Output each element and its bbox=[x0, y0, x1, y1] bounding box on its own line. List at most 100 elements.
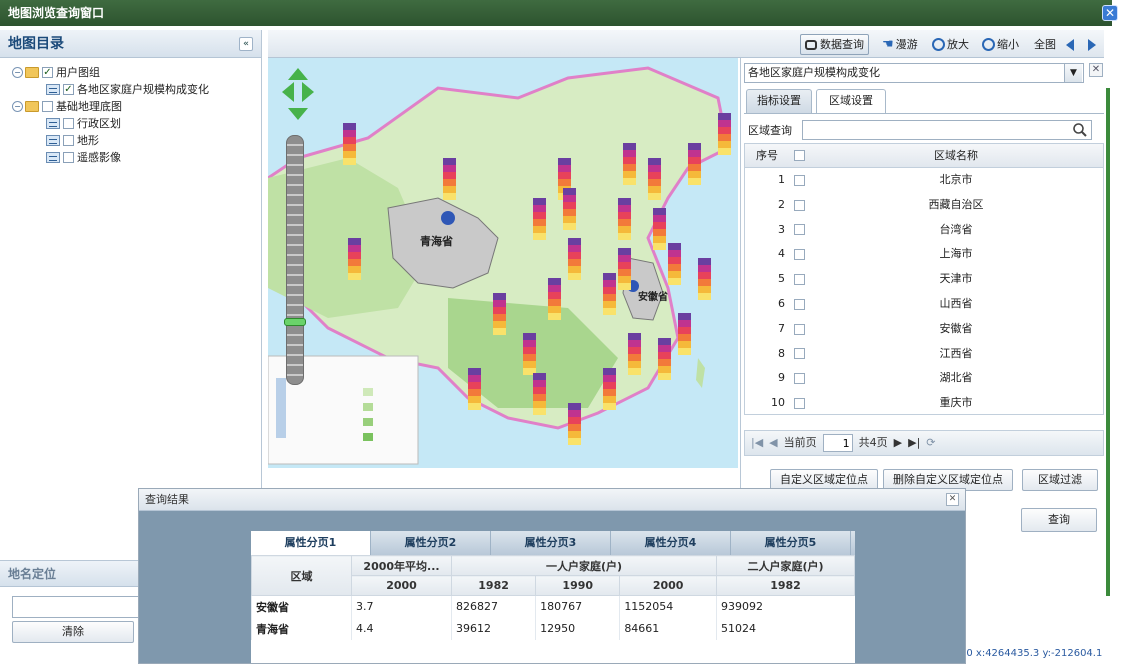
row-checkbox[interactable] bbox=[789, 317, 809, 342]
tab-attr-page-4[interactable]: 属性分页4 bbox=[611, 531, 731, 555]
tree-node-household-layer[interactable]: ✓ 各地区家庭户规模构成变化 bbox=[12, 81, 261, 98]
row-checkbox[interactable] bbox=[789, 168, 809, 193]
table-row[interactable]: 2 西藏自治区 bbox=[745, 193, 1103, 218]
map-canvas[interactable]: 青海省 安徽省 bbox=[268, 58, 738, 468]
bar-column bbox=[668, 243, 681, 285]
tab-attr-page-1[interactable]: 属性分页1 bbox=[251, 531, 371, 555]
last-page-icon[interactable]: ▶| bbox=[908, 431, 920, 455]
tab-attr-page-5[interactable]: 属性分页5 bbox=[731, 531, 851, 555]
first-page-icon[interactable]: |◀ bbox=[751, 431, 763, 455]
table-row[interactable]: 10 重庆市 bbox=[745, 391, 1103, 416]
table-row[interactable]: 7 安徽省 bbox=[745, 317, 1103, 342]
bar-segment bbox=[468, 375, 481, 382]
query-button[interactable]: 查询 bbox=[1021, 508, 1097, 532]
tree-node-terrain[interactable]: 地形 bbox=[12, 132, 261, 149]
tree-node-user-group[interactable]: − ✓ 用户图组 bbox=[12, 64, 261, 81]
bar-column bbox=[623, 143, 636, 185]
layer-checkbox[interactable]: ✓ bbox=[63, 84, 74, 95]
table-row[interactable]: 青海省 4.4 39612 12950 84661 51024 bbox=[251, 617, 855, 640]
row-checkbox[interactable] bbox=[789, 292, 809, 317]
zoom-in-label: 放大 bbox=[947, 38, 969, 51]
place-name-input[interactable] bbox=[12, 596, 142, 618]
window-titlebar: 地图浏览查询窗口 bbox=[0, 0, 1112, 26]
table-row[interactable]: 4 上海市 bbox=[745, 242, 1103, 267]
row-checkbox[interactable] bbox=[789, 366, 809, 391]
region-search-input[interactable] bbox=[802, 120, 1092, 140]
zoom-in-button[interactable]: 放大 bbox=[932, 34, 969, 55]
row-checkbox[interactable] bbox=[789, 242, 809, 267]
bar-segment bbox=[668, 278, 681, 285]
table-row[interactable]: 6 山西省 bbox=[745, 292, 1103, 317]
pan-button[interactable]: ☚ 漫游 bbox=[882, 34, 918, 55]
bar-segment bbox=[623, 150, 636, 157]
select-all-checkbox[interactable] bbox=[789, 144, 809, 167]
tree-node-base-map[interactable]: − 基础地理底图 bbox=[12, 98, 261, 115]
forward-arrow-button[interactable] bbox=[1088, 34, 1096, 55]
cell-no: 3 bbox=[778, 222, 785, 236]
back-arrow-button[interactable] bbox=[1066, 34, 1074, 55]
clear-button[interactable]: 清除 bbox=[12, 621, 134, 643]
layer-checkbox[interactable] bbox=[63, 118, 74, 129]
table-row[interactable]: 安徽省 3.7 826827 180767 1152054 939092 bbox=[251, 595, 855, 618]
bar-segment bbox=[523, 333, 536, 340]
table-cell: 3.7 bbox=[351, 595, 452, 618]
layer-checkbox[interactable] bbox=[42, 101, 53, 112]
chevron-down-icon[interactable]: ▼ bbox=[1064, 64, 1082, 82]
tree-node-admin[interactable]: 行政区划 bbox=[12, 115, 261, 132]
bar-segment bbox=[648, 193, 661, 200]
row-checkbox[interactable] bbox=[789, 391, 809, 416]
location-pin-icon[interactable] bbox=[441, 211, 455, 225]
row-checkbox[interactable] bbox=[789, 342, 809, 367]
layer-select[interactable]: 各地区家庭户规模构成变化 bbox=[744, 63, 1084, 83]
table-cell: 826827 bbox=[450, 595, 536, 618]
page-number-input[interactable] bbox=[822, 434, 853, 452]
layer-checkbox[interactable] bbox=[63, 135, 74, 146]
search-icon[interactable] bbox=[1072, 122, 1088, 138]
results-close-icon[interactable]: ✕ bbox=[946, 493, 959, 506]
next-page-icon[interactable]: ▶ bbox=[894, 431, 902, 455]
tab-attr-page-3[interactable]: 属性分页3 bbox=[491, 531, 611, 555]
row-checkbox[interactable] bbox=[789, 193, 809, 218]
pan-arrows-icon[interactable] bbox=[280, 66, 316, 122]
data-query-button[interactable]: 数据查询 bbox=[800, 34, 869, 55]
bar-segment bbox=[623, 164, 636, 171]
bar-column bbox=[653, 208, 666, 250]
window-close-icon[interactable]: ✕ bbox=[1102, 5, 1118, 21]
panel-close-icon[interactable]: ✕ bbox=[1089, 63, 1103, 77]
results-table: 区域 2000年平均... 一人户家庭(户) 二人户家庭(户) 2000 198… bbox=[251, 555, 855, 640]
collapse-left-icon[interactable]: « bbox=[239, 37, 253, 51]
bar-column bbox=[618, 248, 631, 290]
place-title: 地名定位 bbox=[8, 567, 57, 581]
row-checkbox[interactable] bbox=[789, 218, 809, 243]
zoom-out-label: 缩小 bbox=[997, 38, 1019, 51]
table-row[interactable]: 1 北京市 bbox=[745, 168, 1103, 193]
col-year: 2000 bbox=[351, 575, 452, 596]
zoom-slider[interactable] bbox=[286, 135, 304, 385]
refresh-icon[interactable]: ⟳ bbox=[926, 431, 935, 455]
region-filter-button[interactable]: 区域过滤 bbox=[1022, 469, 1098, 491]
table-row[interactable]: 5 天津市 bbox=[745, 267, 1103, 292]
bar-segment bbox=[648, 165, 661, 172]
prev-page-icon[interactable]: ◀ bbox=[769, 431, 777, 455]
tab-region-settings[interactable]: 区域设置 bbox=[816, 89, 886, 114]
table-row[interactable]: 3 台湾省 bbox=[745, 218, 1103, 243]
zoom-in-icon bbox=[932, 38, 945, 51]
tree-node-imagery[interactable]: 遥感影像 bbox=[12, 149, 261, 166]
col-header-region: 区域 bbox=[251, 555, 352, 596]
col-group-one-person: 一人户家庭(户) bbox=[451, 555, 717, 576]
layer-checkbox[interactable]: ✓ bbox=[42, 67, 53, 78]
full-extent-button[interactable]: 全图 bbox=[1034, 34, 1056, 55]
bar-segment bbox=[618, 269, 631, 276]
zoom-out-button[interactable]: 缩小 bbox=[982, 34, 1019, 55]
layer-checkbox[interactable] bbox=[63, 152, 74, 163]
tab-indicator-settings[interactable]: 指标设置 bbox=[746, 89, 812, 113]
row-checkbox[interactable] bbox=[789, 267, 809, 292]
binoculars-icon bbox=[805, 39, 817, 50]
tab-attr-page-2[interactable]: 属性分页2 bbox=[371, 531, 491, 555]
collapse-node-icon[interactable]: − bbox=[12, 67, 23, 78]
table-row[interactable]: 8 江西省 bbox=[745, 342, 1103, 367]
bar-segment bbox=[648, 172, 661, 179]
collapse-node-icon[interactable]: − bbox=[12, 101, 23, 112]
zoom-slider-handle[interactable] bbox=[284, 318, 306, 326]
table-row[interactable]: 9 湖北省 bbox=[745, 366, 1103, 391]
